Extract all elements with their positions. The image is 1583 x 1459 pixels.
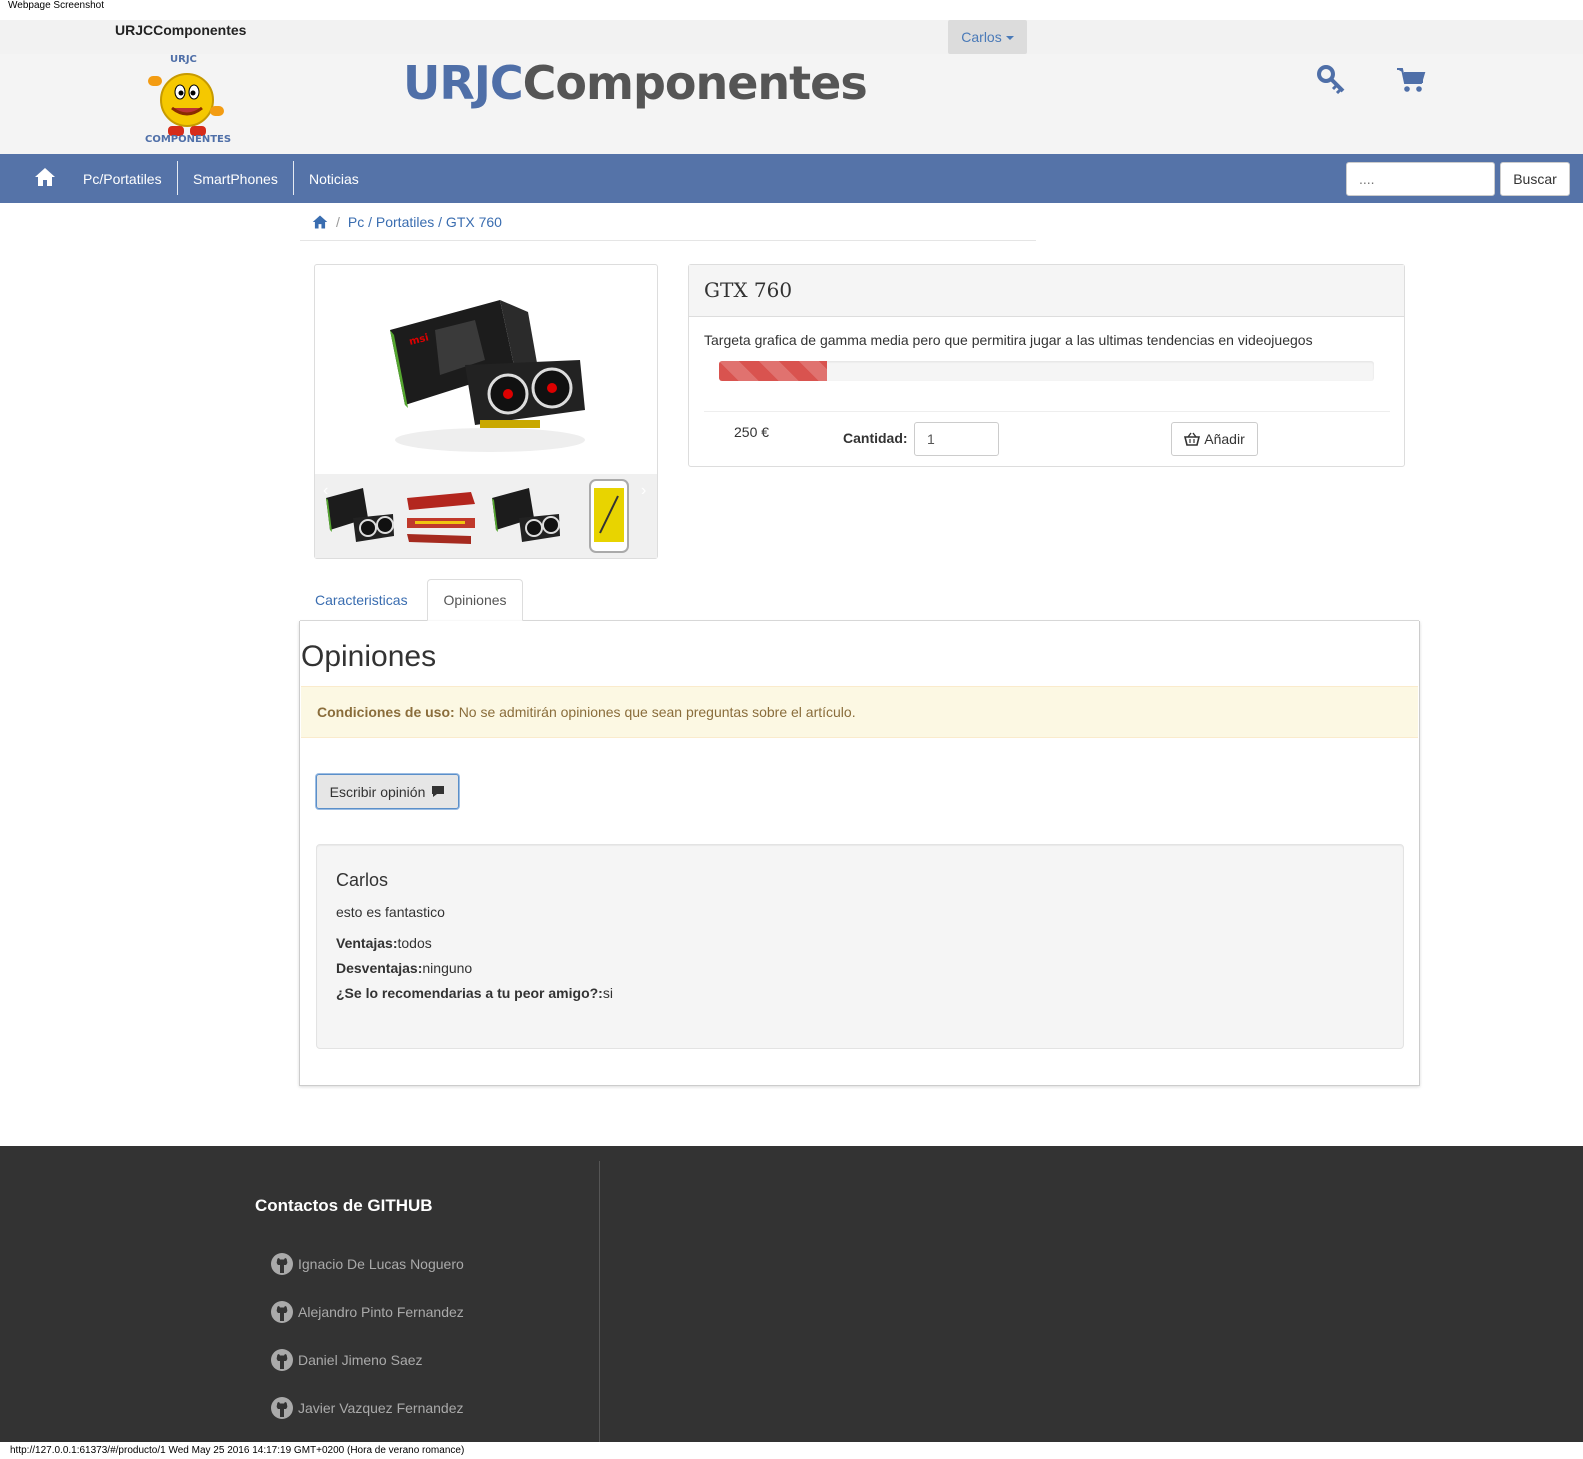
browser-status-bar: http://127.0.0.1:61373/#/producto/1 Wed … bbox=[0, 1442, 1583, 1459]
logo-title-componentes: Componentes bbox=[522, 56, 868, 110]
opinions-title: Opiniones bbox=[301, 640, 437, 673]
quantity-label: Cantidad: bbox=[843, 430, 908, 446]
contact-name: Javier Vazquez Fernandez bbox=[298, 1400, 464, 1416]
user-dropdown-label: Carlos bbox=[961, 29, 1002, 45]
thumbnail-graphics-card[interactable] bbox=[484, 478, 564, 554]
github-icon bbox=[271, 1301, 293, 1323]
caret-down-icon bbox=[1005, 36, 1014, 40]
logo-caption-top: URJC bbox=[170, 54, 197, 65]
product-title: GTX 760 bbox=[704, 278, 793, 302]
review-recommend: ¿Se lo recomendarias a tu peor amigo?:si bbox=[336, 985, 613, 1001]
add-to-cart-button[interactable]: Añadir bbox=[1171, 422, 1258, 456]
nav-item-label: Noticias bbox=[309, 170, 359, 187]
tab-label: Caracteristicas bbox=[315, 592, 408, 608]
graphics-card-box-image[interactable]: msi bbox=[380, 290, 590, 460]
search-input[interactable] bbox=[1346, 162, 1495, 196]
breadcrumb-trail[interactable]: Pc / Portatiles / GTX 760 bbox=[348, 214, 502, 230]
thumbnail-smartphone[interactable] bbox=[570, 478, 650, 554]
nav-item-label: SmartPhones bbox=[193, 170, 278, 187]
breadcrumb-divider bbox=[300, 240, 1036, 241]
breadcrumb: / Pc / Portatiles / GTX 760 bbox=[312, 210, 502, 234]
quantity-input[interactable] bbox=[914, 422, 999, 456]
contact-name: Daniel Jimeno Saez bbox=[298, 1352, 423, 1368]
github-icon bbox=[271, 1349, 293, 1371]
site-footer bbox=[0, 1146, 1583, 1442]
footer-divider bbox=[599, 1161, 600, 1442]
tab-caracteristicas[interactable]: Caracteristicas bbox=[300, 579, 423, 621]
footer-heading: Contactos de GITHUB bbox=[255, 1196, 433, 1215]
review-cons-label: Desventajas: bbox=[336, 960, 423, 976]
key-icon[interactable] bbox=[1316, 64, 1346, 94]
thumbnail-ram-memory[interactable] bbox=[401, 478, 481, 554]
thumbnail-graphics-card[interactable] bbox=[318, 478, 398, 554]
github-icon bbox=[271, 1397, 293, 1419]
home-icon[interactable] bbox=[34, 166, 56, 188]
terms-alert-text: No se admitirán opiniones que sean pregu… bbox=[458, 704, 856, 720]
review-pros: Ventajas:todos bbox=[336, 935, 432, 951]
review-recommend-label: ¿Se lo recomendarias a tu peor amigo?: bbox=[336, 985, 603, 1001]
screenshot-caption: Webpage Screenshot bbox=[8, 0, 104, 11]
panel-divider bbox=[704, 411, 1390, 412]
nav-item-noticias[interactable]: Noticias bbox=[294, 154, 374, 203]
terms-alert: Condiciones de uso: No se admitirán opin… bbox=[301, 686, 1418, 738]
home-icon[interactable] bbox=[312, 214, 328, 230]
contact-name: Ignacio De Lucas Noguero bbox=[298, 1256, 464, 1272]
review-recommend-value: si bbox=[602, 985, 613, 1001]
comment-icon bbox=[432, 786, 445, 797]
github-contact-link[interactable]: Alejandro Pinto Fernandez bbox=[270, 1298, 464, 1326]
rating-progress-fill bbox=[719, 361, 827, 381]
user-dropdown[interactable]: Carlos bbox=[948, 20, 1027, 54]
review-cons: Desventajas:ninguno bbox=[336, 960, 472, 976]
nav-item-label: Pc/Portatiles bbox=[83, 170, 162, 187]
cart-icon[interactable] bbox=[1396, 66, 1426, 94]
tab-opiniones[interactable]: Opiniones bbox=[427, 579, 523, 621]
github-contact-link[interactable]: Javier Vazquez Fernandez bbox=[270, 1394, 464, 1422]
nav-item-smartphones[interactable]: SmartPhones bbox=[178, 154, 293, 203]
logo-title-urjc: URJC bbox=[403, 56, 524, 110]
github-contact-link[interactable]: Ignacio De Lucas Noguero bbox=[270, 1250, 464, 1278]
write-opinion-button[interactable]: Escribir opinión bbox=[316, 774, 459, 809]
review-author: Carlos bbox=[336, 870, 389, 890]
contact-name: Alejandro Pinto Fernandez bbox=[298, 1304, 464, 1320]
product-panel-heading bbox=[689, 265, 1404, 317]
breadcrumb-separator: / bbox=[336, 214, 340, 230]
review-card bbox=[316, 844, 1404, 1049]
write-opinion-label: Escribir opinión bbox=[329, 783, 426, 800]
add-button-label: Añadir bbox=[1204, 431, 1245, 447]
site-logo-title[interactable]: URJCComponentes bbox=[403, 56, 868, 110]
logo-caption-bottom: COMPONENTES bbox=[145, 134, 232, 145]
basket-icon bbox=[1184, 432, 1201, 446]
pacman-mascot-logo[interactable] bbox=[142, 62, 232, 142]
nav-item-pc-portatiles[interactable]: Pc/Portatiles bbox=[68, 154, 177, 203]
github-icon bbox=[271, 1253, 293, 1275]
tab-label: Opiniones bbox=[443, 592, 507, 608]
github-contact-link[interactable]: Daniel Jimeno Saez bbox=[270, 1346, 423, 1374]
terms-alert-label: Condiciones de uso: bbox=[317, 704, 455, 720]
search-button[interactable]: Buscar bbox=[1500, 162, 1570, 196]
product-price: 250 € bbox=[734, 424, 770, 440]
product-description: Targeta grafica de gamma media pero que … bbox=[704, 332, 1313, 348]
review-cons-value: ninguno bbox=[422, 960, 473, 976]
brand-link[interactable]: URJCComponentes bbox=[115, 22, 246, 38]
review-pros-label: Ventajas: bbox=[336, 935, 398, 951]
review-pros-value: todos bbox=[397, 935, 432, 951]
review-text: esto es fantastico bbox=[336, 904, 445, 920]
